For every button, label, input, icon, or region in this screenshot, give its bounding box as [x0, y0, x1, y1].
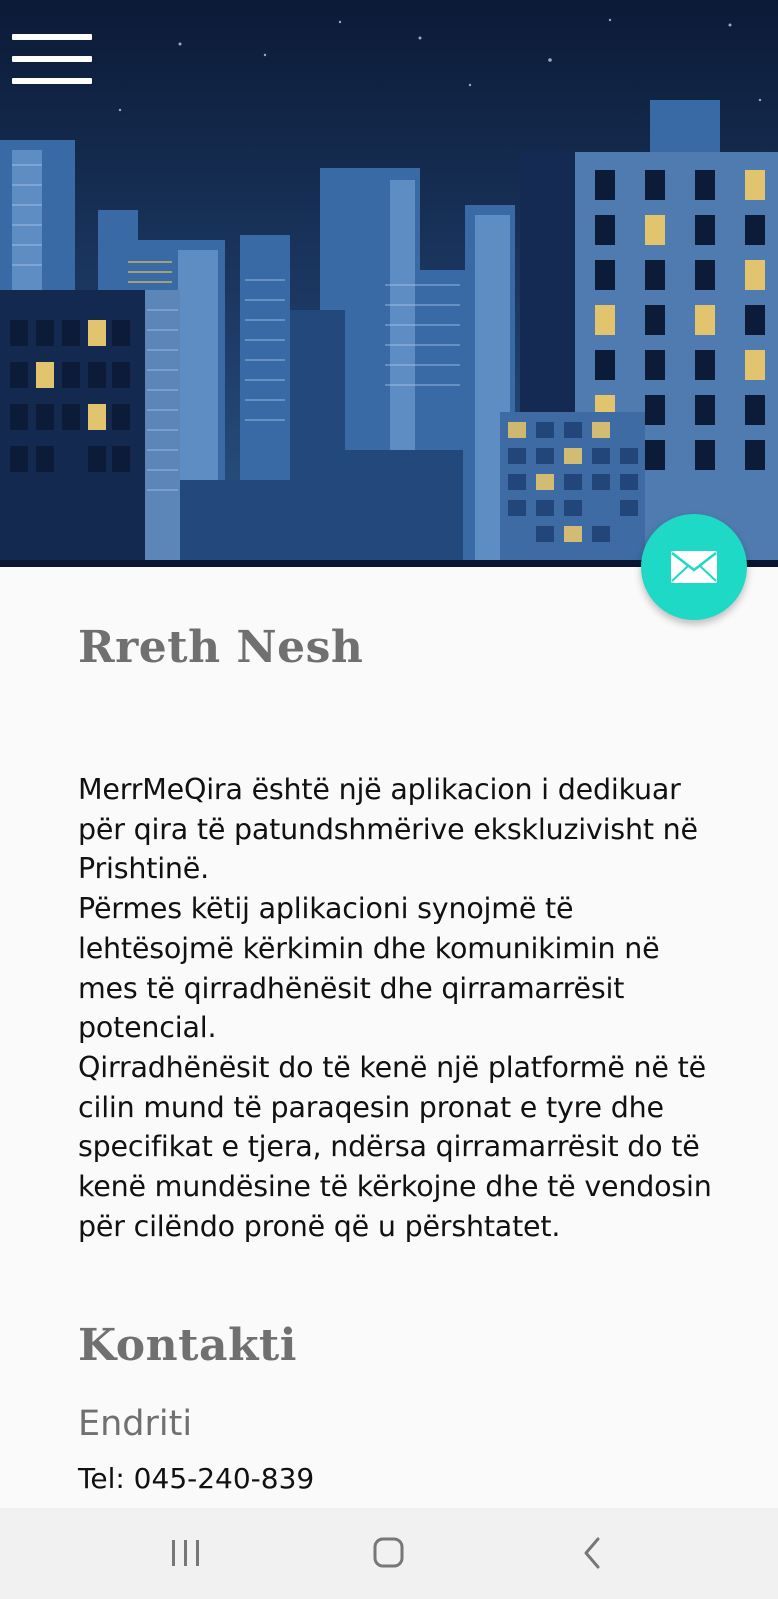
contact-phone[interactable]: Tel: 045-240-839 [78, 1462, 314, 1495]
back-icon[interactable] [562, 1528, 622, 1578]
about-paragraph: MerrMeQira është një aplikacion i dediku… [78, 773, 698, 886]
about-heading: Rreth Nesh [78, 622, 364, 673]
hero-banner [0, 0, 778, 567]
contact-heading: Kontakti [78, 1320, 297, 1371]
home-icon[interactable] [358, 1528, 418, 1578]
city-skyline-illustration [0, 0, 778, 567]
contact-email-button[interactable] [641, 514, 747, 620]
contact-name: Endriti [78, 1404, 193, 1444]
recent-apps-icon[interactable] [156, 1528, 216, 1578]
envelope-icon [671, 551, 717, 583]
system-navigation-bar [0, 1508, 778, 1599]
about-paragraph: Qirradhënësit do të kenë një platformë n… [78, 1050, 712, 1243]
about-description: MerrMeQira është një aplikacion i dediku… [78, 770, 718, 1246]
about-paragraph: Përmes këtij aplikacioni synojmë të leht… [78, 892, 660, 1045]
hamburger-menu-icon[interactable] [12, 34, 94, 90]
